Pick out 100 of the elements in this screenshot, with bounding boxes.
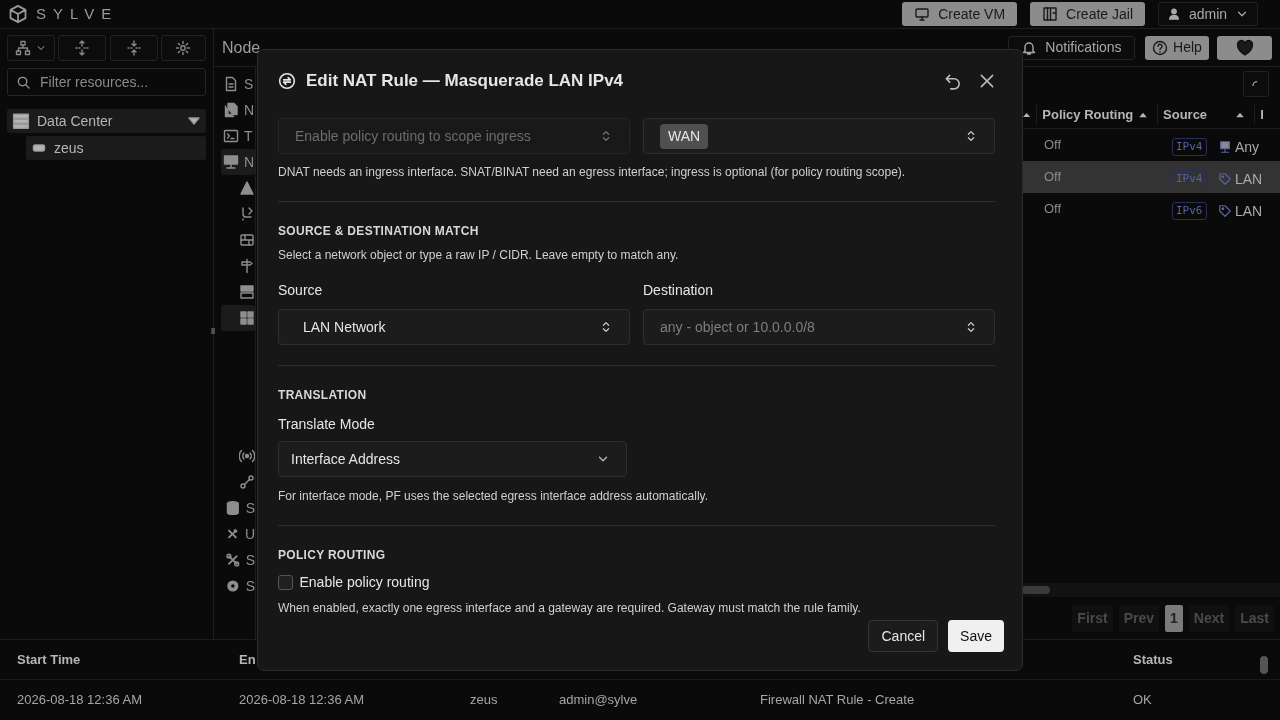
nav-item[interactable]: U: [223, 521, 255, 547]
checkbox-row[interactable]: Enable policy routing: [278, 572, 995, 593]
expand-icon: [74, 40, 91, 56]
close-icon: [978, 72, 996, 90]
table-cell-text: admin@sylve: [559, 691, 639, 710]
column-header[interactable]: Source: [1157, 104, 1255, 125]
table-cell-text: LAN: [1235, 169, 1263, 189]
nav-label: U: [244, 524, 255, 544]
column-header[interactable]: En: [239, 651, 256, 667]
search-icon: [16, 74, 31, 90]
broadcast-icon: [239, 448, 255, 464]
toolbar-button[interactable]: [109, 35, 158, 61]
nav-item[interactable]: N: [221, 97, 255, 123]
nav-item[interactable]: S: [223, 573, 255, 599]
jail-icon: [1042, 6, 1059, 22]
tag-icon: [1217, 204, 1232, 218]
interface-chip: WAN: [660, 123, 709, 149]
wall-icon: [239, 232, 255, 248]
user-menu[interactable]: admin: [1158, 2, 1258, 26]
nav-label: N: [244, 152, 255, 172]
nav-label: S: [245, 550, 255, 570]
toolbar-button[interactable]: [160, 35, 206, 61]
field-label: Translate Mode: [278, 415, 376, 434]
nav-item[interactable]: T: [221, 123, 255, 149]
nav-item[interactable]: S: [223, 547, 255, 573]
toolbar-button[interactable]: [58, 35, 107, 61]
section-heading: TRANSLATION: [278, 387, 368, 404]
tree-item[interactable]: Data Center: [7, 109, 206, 133]
scrollbar-thumb[interactable]: [1260, 655, 1268, 674]
database-icon: [225, 500, 241, 516]
select-field[interactable]: Interface Address: [278, 441, 627, 477]
column-header[interactable]: Status: [1133, 651, 1173, 667]
nav-item[interactable]: [221, 305, 255, 331]
nav-label: N: [244, 100, 255, 120]
tree-label: zeus: [54, 138, 85, 158]
column-header[interactable]: I: [1254, 104, 1280, 125]
tree-label: Data Center: [37, 111, 114, 131]
table-cell-text: LAN: [1235, 201, 1263, 221]
create-button[interactable]: Create Jail: [1030, 2, 1145, 26]
filter-input[interactable]: Filter resources...: [38, 70, 197, 94]
terminal-icon: [223, 128, 239, 144]
file-icon: [223, 76, 239, 92]
column-header[interactable]: Start Time: [17, 651, 81, 667]
checkbox[interactable]: [278, 575, 293, 590]
table-row[interactable]: Off IPv6 LAN: [1022, 193, 1280, 225]
computer-icon: [223, 154, 239, 170]
table-cell: Off: [1044, 137, 1062, 152]
help-icon: [1152, 39, 1169, 56]
signpost-icon: [239, 258, 255, 274]
nav-label: S: [244, 74, 254, 94]
table-cell-text: Any: [1235, 137, 1260, 157]
server-icon: [11, 112, 31, 130]
table-cell-text: 2026-08-18 12:36 AM: [17, 691, 144, 710]
tag-icon: [1217, 172, 1232, 186]
section-description: Select a network object or type a raw IP / CIDR. Leave empty to match any.: [278, 247, 680, 264]
favorite-button[interactable]: [1217, 35, 1272, 60]
bell-icon: [1021, 39, 1038, 56]
family-tag: IPv4: [1172, 169, 1207, 189]
user-icon: [1166, 7, 1181, 21]
header-button[interactable]: Help: [1145, 35, 1209, 60]
table-cell-text: Firewall NAT Rule - Create: [760, 691, 916, 710]
nav-item[interactable]: N: [221, 149, 255, 175]
link-icon: [239, 474, 255, 490]
scrollbar-thumb[interactable]: [1022, 586, 1050, 594]
section-heading: SOURCE & DESTINATION MATCH: [278, 223, 480, 240]
files-icon: [223, 102, 239, 118]
toolbar-button[interactable]: [7, 35, 56, 61]
swap-icon: [278, 72, 296, 90]
monitor-icon: [914, 6, 931, 22]
column-label: I: [1260, 105, 1265, 124]
fork-icon: [239, 206, 255, 222]
filter-field[interactable]: Filter resources...: [7, 68, 206, 96]
table-cell: Off: [1044, 169, 1062, 184]
breadcrumb: Node: [222, 37, 261, 58]
select-field[interactable]: LAN Network: [278, 309, 630, 345]
grid-icon: [239, 310, 255, 326]
undo-icon: [943, 72, 962, 90]
family-tag: IPv4: [1172, 137, 1207, 157]
warning-icon: [239, 180, 255, 196]
table-row[interactable]: Off IPv4 LAN: [1022, 161, 1280, 193]
select-field[interactable]: WAN: [643, 118, 995, 154]
table-row[interactable]: Off IPv4 Any: [1022, 129, 1280, 161]
nav-item[interactable]: S: [221, 71, 255, 97]
field-label: Source: [278, 281, 324, 300]
save-button[interactable]: Save: [948, 620, 1004, 652]
nav-item[interactable]: S: [223, 495, 255, 521]
create-button[interactable]: Create VM: [902, 2, 1018, 26]
close-button[interactable]: [978, 72, 996, 90]
undo-button[interactable]: [943, 72, 962, 90]
cancel-button[interactable]: Cancel: [868, 620, 939, 652]
page-button[interactable]: 1: [1165, 604, 1183, 632]
header-button[interactable]: Notifications: [1008, 35, 1135, 60]
tree-item[interactable]: zeus: [26, 136, 206, 161]
nav-label: T: [244, 126, 253, 146]
dialog-title: Edit NAT Rule — Masquerade LAN IPv4: [306, 70, 625, 93]
heart-icon: [1235, 38, 1254, 57]
help-text: DNAT needs an ingress interface. SNAT/BINAT need an egress interface; ingress is optional (for policy routing scope).: [278, 164, 907, 181]
column-label: Policy Routing: [1042, 105, 1135, 124]
select-field[interactable]: any - object or 10.0.0.0/8: [643, 309, 995, 345]
column-header[interactable]: Policy Routing: [1036, 104, 1157, 125]
